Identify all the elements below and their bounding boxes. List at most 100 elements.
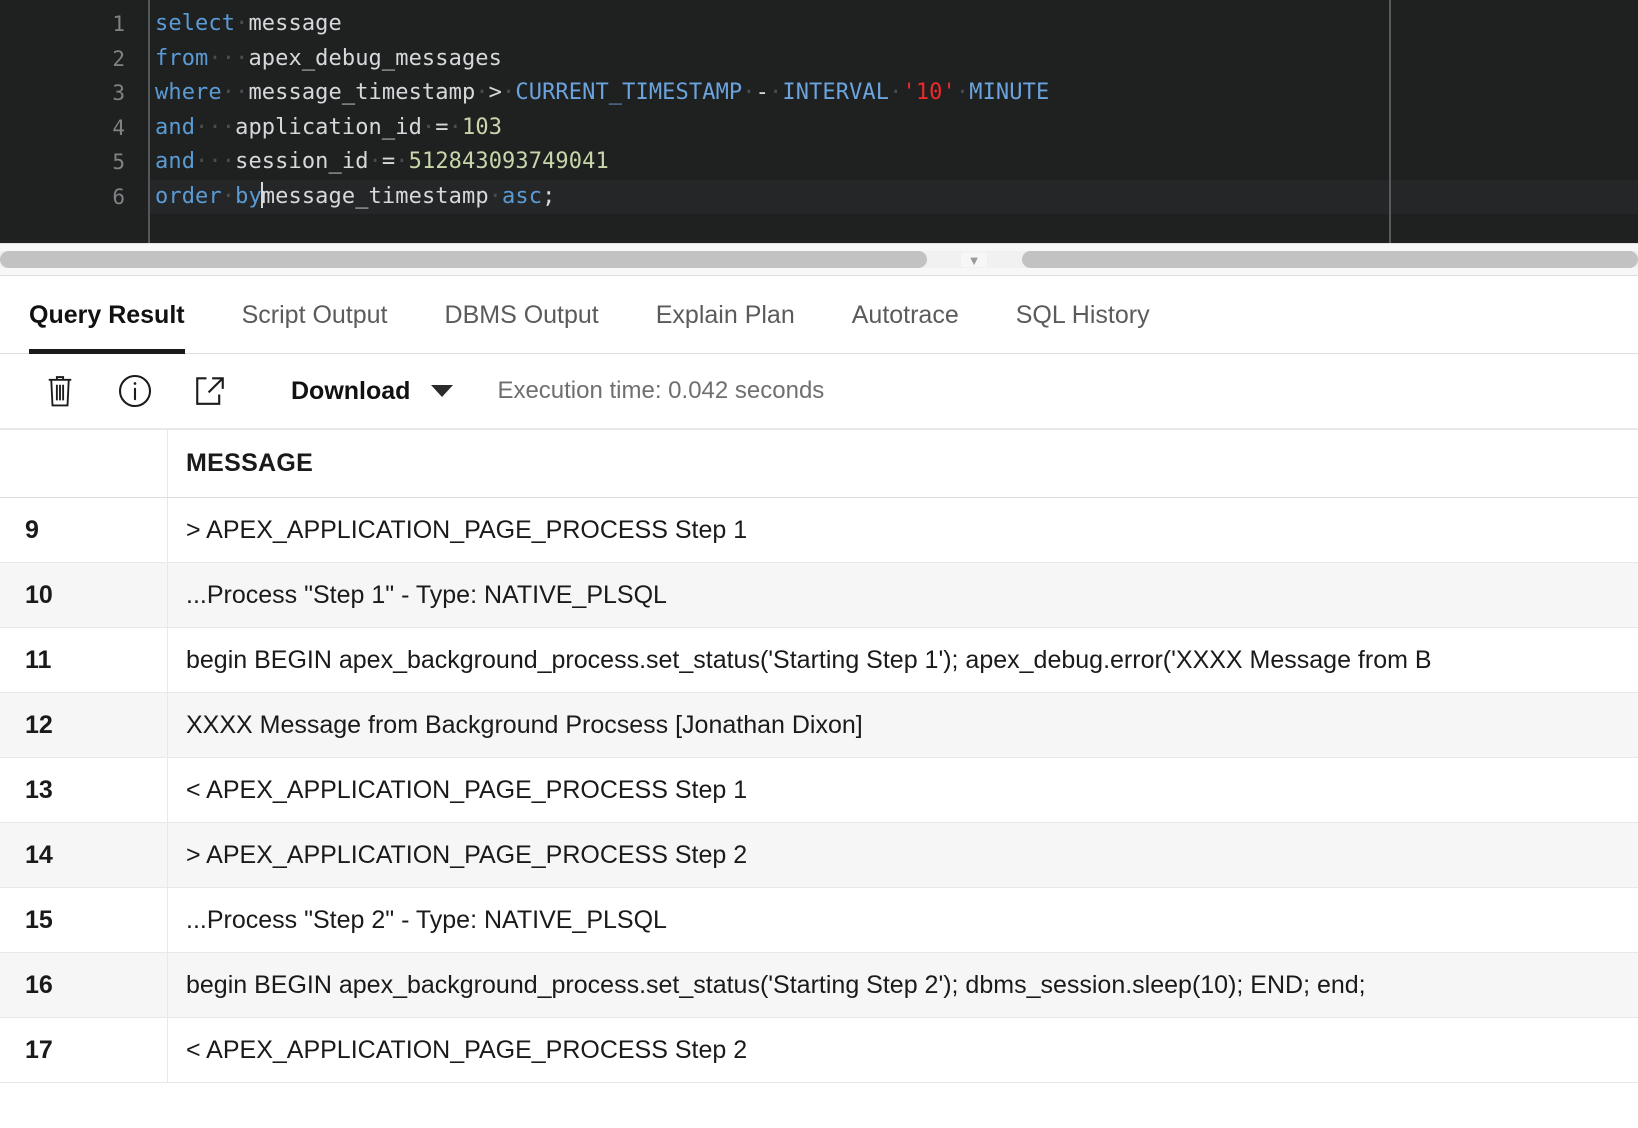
- cell-message[interactable]: ...Process "Step 1" - Type: NATIVE_PLSQL: [168, 563, 1638, 627]
- sql-editor[interactable]: 1 2 3 4 5 6 select·message from···apex_d…: [0, 0, 1638, 243]
- whitespace-dot: ·: [221, 183, 236, 209]
- sql-identifier: apex_debug_messages: [248, 45, 502, 71]
- tab-explain-plan[interactable]: Explain Plan: [656, 276, 795, 354]
- info-icon[interactable]: [113, 369, 157, 413]
- sql-keyword: from: [155, 45, 209, 71]
- horizontal-scrollbar-thumb-left[interactable]: [0, 251, 927, 268]
- table-row[interactable]: 14 > APEX_APPLICATION_PAGE_PROCESS Step …: [0, 823, 1638, 888]
- tab-script-output[interactable]: Script Output: [242, 276, 388, 354]
- tab-label: DBMS Output: [444, 300, 599, 329]
- row-number: 15: [0, 888, 168, 952]
- horizontal-scrollbar-thumb-right[interactable]: [1022, 251, 1638, 268]
- sql-keyword: select: [155, 11, 236, 36]
- results-tab-bar: Query Result Script Output DBMS Output E…: [0, 276, 1638, 354]
- tab-query-result[interactable]: Query Result: [29, 276, 185, 354]
- sql-punctuation: ;: [542, 183, 556, 209]
- tab-sql-history[interactable]: SQL History: [1016, 276, 1150, 354]
- code-line-3[interactable]: where··message_timestamp·>·CURRENT_TIMES…: [150, 76, 1638, 111]
- row-number: 14: [0, 823, 168, 887]
- table-row-highlighted[interactable]: 12 XXXX Message from Background Procsess…: [0, 693, 1638, 758]
- sql-string-literal: '10': [902, 80, 956, 105]
- whitespace-dot: ·: [395, 149, 409, 174]
- whitespace-dot: ·: [368, 149, 382, 174]
- line-number: 1: [112, 12, 125, 36]
- whitespace-dot: ·: [889, 80, 903, 105]
- sql-number-literal: 103: [462, 114, 503, 140]
- sql-number-literal: 512843093749041: [408, 149, 609, 174]
- table-row[interactable]: 9 > APEX_APPLICATION_PAGE_PROCESS Step 1: [0, 498, 1638, 563]
- cell-message[interactable]: > APEX_APPLICATION_PAGE_PROCESS Step 2: [168, 823, 1638, 887]
- whitespace-dot: ··: [221, 80, 249, 105]
- row-number: 12: [0, 693, 168, 757]
- cell-message[interactable]: begin BEGIN apex_background_process.set_…: [168, 628, 1638, 692]
- row-number-header: [0, 430, 168, 497]
- cell-message[interactable]: begin BEGIN apex_background_process.set_…: [168, 953, 1638, 1017]
- whitespace-dot: ·: [235, 11, 249, 36]
- whitespace-dot: ·: [488, 183, 503, 209]
- sql-operator: =: [381, 149, 396, 174]
- sql-keyword: and: [155, 114, 196, 140]
- results-toolbar: Download Execution time: 0.042 seconds: [0, 354, 1638, 429]
- editor-line-number-gutter: 1 2 3 4 5 6: [0, 0, 148, 243]
- editor-right-margin-rule: [1389, 0, 1391, 243]
- query-result-grid[interactable]: MESSAGE 9 > APEX_APPLICATION_PAGE_PROCES…: [0, 429, 1638, 1083]
- sql-keyword: where: [155, 80, 222, 105]
- tab-autotrace[interactable]: Autotrace: [852, 276, 959, 354]
- column-header-message[interactable]: MESSAGE: [168, 430, 1638, 497]
- table-row[interactable]: 10 ...Process "Step 1" - Type: NATIVE_PL…: [0, 563, 1638, 628]
- code-line-1[interactable]: select·message: [150, 7, 1638, 42]
- code-line-2[interactable]: from···apex_debug_messages: [150, 42, 1638, 77]
- whitespace-dot: ·: [502, 80, 516, 105]
- sql-identifier: application_id: [235, 114, 422, 140]
- code-line-5[interactable]: and···session_id·=·512843093749041: [150, 145, 1638, 180]
- open-in-new-icon[interactable]: [188, 369, 232, 413]
- download-label: Download: [291, 376, 411, 405]
- sql-keyword: asc: [502, 183, 543, 209]
- whitespace-dot: ·: [955, 80, 970, 105]
- table-row[interactable]: 11 begin BEGIN apex_background_process.s…: [0, 628, 1638, 693]
- editor-code-area[interactable]: select·message from···apex_debug_message…: [148, 0, 1638, 243]
- cell-message[interactable]: < APEX_APPLICATION_PAGE_PROCESS Step 1: [168, 758, 1638, 822]
- sql-identifier: message_timestamp: [261, 183, 489, 209]
- cell-message[interactable]: < APEX_APPLICATION_PAGE_PROCESS Step 2: [168, 1018, 1638, 1082]
- row-number: 17: [0, 1018, 168, 1082]
- tab-label: SQL History: [1015, 300, 1150, 329]
- sql-operator: -: [755, 80, 769, 105]
- line-number: 6: [112, 184, 125, 209]
- sql-identifier: message: [248, 11, 342, 36]
- sql-identifier: session_id: [235, 149, 369, 174]
- sql-keyword: and: [155, 149, 196, 174]
- table-row[interactable]: 16 begin BEGIN apex_background_process.s…: [0, 953, 1638, 1018]
- whitespace-dot: ···: [195, 114, 236, 140]
- trash-icon[interactable]: [38, 369, 82, 413]
- row-number: 13: [0, 758, 168, 822]
- row-number: 16: [0, 953, 168, 1017]
- cell-message[interactable]: ...Process "Step 2" - Type: NATIVE_PLSQL: [168, 888, 1638, 952]
- cell-message[interactable]: > APEX_APPLICATION_PAGE_PROCESS Step 1: [168, 498, 1638, 562]
- cell-message[interactable]: XXXX Message from Background Procsess [J…: [168, 693, 1638, 757]
- code-line-6[interactable]: order·bymessage_timestamp·asc;: [150, 179, 1638, 214]
- sql-keyword: INTERVAL: [782, 80, 890, 105]
- table-row[interactable]: 17 < APEX_APPLICATION_PAGE_PROCESS Step …: [0, 1018, 1638, 1083]
- whitespace-dot: ·: [475, 80, 489, 105]
- table-header-row: MESSAGE: [0, 430, 1638, 498]
- chevron-down-icon[interactable]: [431, 385, 454, 397]
- line-number: 2: [112, 46, 125, 71]
- whitespace-dot: ·: [421, 114, 436, 140]
- tab-label: Query Result: [29, 300, 185, 329]
- row-number: 10: [0, 563, 168, 627]
- sql-operator: >: [488, 80, 503, 105]
- code-line-4[interactable]: and···application_id·=·103: [150, 111, 1638, 146]
- editor-results-splitter[interactable]: ▼: [0, 243, 1638, 276]
- sql-keyword: order: [155, 183, 222, 209]
- table-row[interactable]: 15 ...Process "Step 2" - Type: NATIVE_PL…: [0, 888, 1638, 953]
- sql-operator: =: [435, 114, 449, 140]
- chevron-down-icon[interactable]: ▼: [961, 253, 987, 268]
- whitespace-dot: ·: [448, 114, 463, 140]
- tab-dbms-output[interactable]: DBMS Output: [445, 276, 599, 354]
- tab-label: Autotrace: [851, 300, 959, 329]
- download-button[interactable]: Download: [291, 376, 454, 406]
- table-row[interactable]: 13 < APEX_APPLICATION_PAGE_PROCESS Step …: [0, 758, 1638, 823]
- whitespace-dot: ·: [768, 80, 783, 105]
- line-number: 4: [112, 115, 125, 140]
